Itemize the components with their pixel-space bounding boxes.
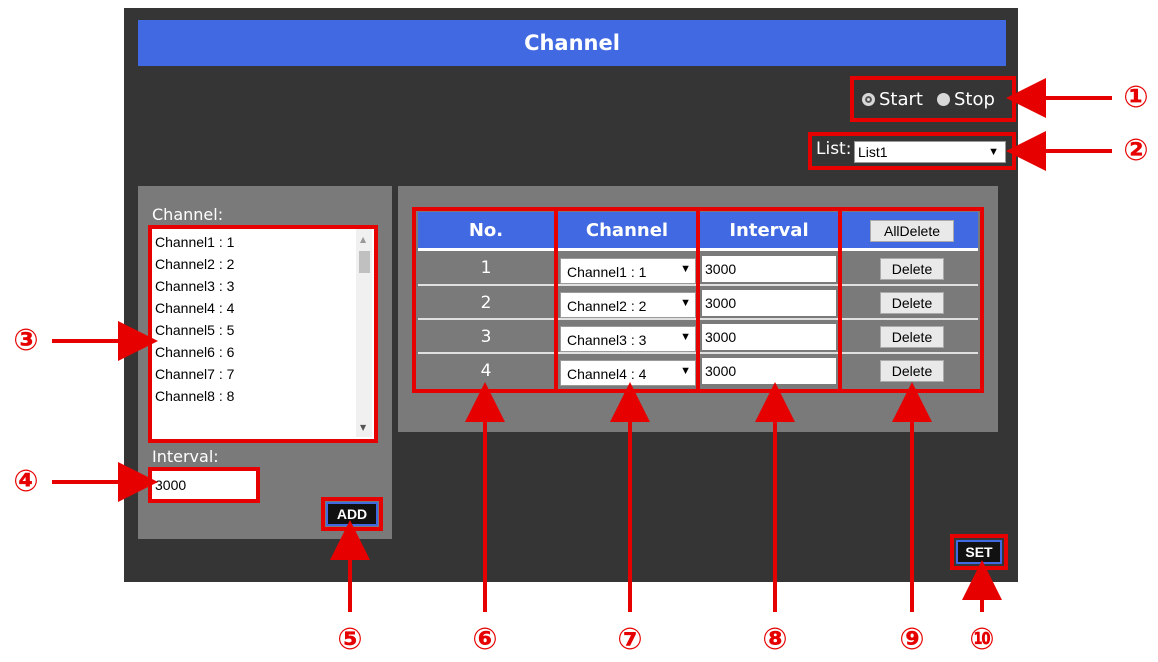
callout-number-5: ⑤	[337, 622, 363, 657]
callout-number-9: ⑨	[899, 622, 925, 657]
callout-number-2: ②	[1123, 133, 1149, 168]
callout-number-3: ③	[13, 323, 39, 358]
callout-number-1: ①	[1123, 80, 1149, 115]
callout-number-8: ⑧	[762, 622, 788, 657]
callout-number-6: ⑥	[472, 622, 498, 657]
callout-number-10: ⑩	[969, 622, 995, 657]
callout-number-7: ⑦	[617, 622, 643, 657]
callout-number-4: ④	[13, 464, 39, 499]
callout-arrows	[52, 78, 1112, 612]
